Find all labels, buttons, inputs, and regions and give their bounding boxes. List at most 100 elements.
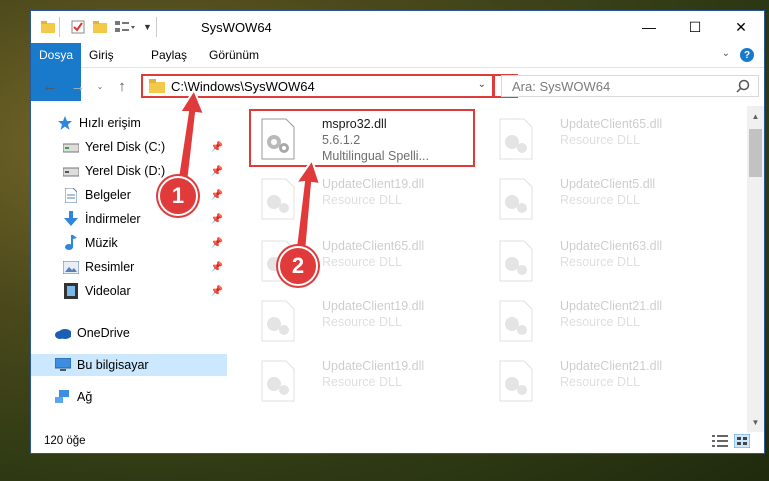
view-options-icon[interactable] (115, 19, 135, 35)
forward-arrow-icon[interactable]: → (67, 76, 89, 96)
pin-icon[interactable]: 📌 (211, 238, 223, 249)
pin-icon[interactable]: 📌 (211, 286, 223, 297)
pin-icon[interactable]: 📌 (211, 262, 223, 273)
sidebar-item-music[interactable]: Müzik 📌 (31, 232, 227, 254)
new-folder-icon[interactable] (93, 19, 107, 35)
file-item[interactable]: UpdateClient65.dll Resource DLL (486, 110, 716, 168)
file-item[interactable]: UpdateClient19.dll Resource DLL (248, 170, 478, 228)
sidebar-item-network[interactable]: Ağ (31, 386, 227, 408)
pictures-icon (63, 259, 79, 275)
sidebar-item-label: Hızlı erişim (79, 116, 141, 130)
file-name: UpdateClient19.dll (322, 177, 425, 191)
navigation-bar: ← → ⌄ ↑ C:\Windows\SysWOW64 ⌄ ↻ Ara: Sys… (31, 68, 764, 104)
star-icon (57, 115, 73, 131)
maximize-button[interactable]: ☐ (672, 11, 718, 43)
close-button[interactable]: ✕ (718, 11, 764, 43)
sidebar-item-label: Yerel Disk (C:) (85, 140, 166, 154)
callout-badge-2: 2 (278, 246, 318, 286)
file-type: Resource DLL (322, 255, 402, 269)
divider (59, 17, 60, 37)
file-name: UpdateClient65.dll (322, 239, 425, 253)
drive-icon (63, 163, 79, 179)
dll-file-icon (499, 118, 533, 160)
sidebar-item-label: Ağ (77, 390, 93, 404)
search-placeholder: Ara: SysWOW64 (512, 78, 611, 94)
sidebar-item-onedrive[interactable]: OneDrive (31, 322, 227, 344)
file-type: Resource DLL (560, 133, 640, 147)
address-bar[interactable]: C:\Windows\SysWOW64 ⌄ (141, 74, 494, 98)
file-type: Resource DLL (560, 315, 640, 329)
dll-file-icon (499, 178, 533, 220)
scroll-up-icon[interactable]: ▲ (747, 108, 764, 124)
pin-icon[interactable]: 📌 (211, 142, 223, 153)
ribbon-tabs: Dosya Giriş Paylaş Görünüm ⌄ ? (31, 43, 764, 101)
pin-icon[interactable]: 📌 (211, 190, 223, 201)
file-highlight-box (249, 109, 475, 167)
dll-file-icon (499, 360, 533, 402)
divider (156, 17, 157, 37)
file-type: Resource DLL (560, 255, 640, 269)
file-item[interactable]: UpdateClient19.dll Resource DLL (248, 352, 478, 410)
file-type: Resource DLL (560, 193, 640, 207)
file-type: Resource DLL (560, 375, 640, 389)
file-name: UpdateClient19.dll (322, 359, 425, 373)
help-icon[interactable]: ? (740, 48, 754, 62)
scroll-down-icon[interactable]: ▼ (747, 414, 764, 430)
document-icon (63, 187, 79, 203)
file-item[interactable]: UpdateClient63.dll Resource DLL (486, 232, 716, 290)
recent-locations-icon[interactable]: ⌄ (89, 76, 111, 96)
cloud-icon (55, 325, 71, 341)
tiles-view-icon[interactable] (734, 434, 750, 448)
pin-icon[interactable]: 📌 (211, 214, 223, 225)
tab-home[interactable]: Giriş (77, 43, 126, 67)
back-arrow-icon[interactable]: ← (39, 76, 61, 96)
sidebar-item-label: Yerel Disk (D:) (85, 164, 166, 178)
file-item[interactable]: UpdateClient21.dll Resource DLL (486, 352, 716, 410)
navigation-pane: Hızlı erişim Yerel Disk (C:) 📌 Yerel Dis… (31, 106, 227, 436)
vertical-scrollbar[interactable]: ▲ ▼ (747, 106, 764, 432)
sidebar-item-label: Belgeler (85, 188, 131, 202)
window-title: SysWOW64 (201, 20, 272, 35)
address-path: C:\Windows\SysWOW64 (171, 78, 315, 94)
sidebar-item-label: Bu bilgisayar (77, 358, 149, 372)
sidebar-item-this-pc[interactable]: Bu bilgisayar (31, 354, 227, 376)
sidebar-item-label: Resimler (85, 260, 135, 274)
up-arrow-icon[interactable]: ↑ (111, 76, 133, 96)
tab-view[interactable]: Görünüm (197, 43, 271, 67)
file-item[interactable]: UpdateClient5.dll Resource DLL (486, 170, 716, 228)
sidebar-item-pictures[interactable]: Resimler 📌 (31, 256, 227, 278)
file-name: UpdateClient19.dll (322, 299, 425, 313)
folder-icon (149, 79, 165, 93)
details-view-icon[interactable] (712, 434, 728, 448)
sidebar-item-local-disk-d[interactable]: Yerel Disk (D:) 📌 (31, 160, 227, 182)
sidebar-item-downloads[interactable]: İndirmeler 📌 (31, 208, 227, 230)
folder-icon (41, 19, 55, 35)
item-count: 120 öğe (44, 435, 86, 447)
sidebar-item-quick-access[interactable]: Hızlı erişim (31, 112, 227, 134)
dll-file-icon (261, 300, 295, 342)
file-type: Resource DLL (322, 375, 402, 389)
dll-file-icon (499, 240, 533, 282)
title-bar: ▼ SysWOW64 — ☐ ✕ (31, 11, 764, 43)
minimize-button[interactable]: — (626, 11, 672, 43)
file-name: UpdateClient21.dll (560, 299, 663, 313)
search-icon (736, 79, 750, 93)
videos-icon (63, 283, 79, 299)
address-dropdown-icon[interactable]: ⌄ (478, 79, 486, 90)
file-type: Resource DLL (322, 193, 402, 207)
file-item[interactable]: UpdateClient21.dll Resource DLL (486, 292, 716, 350)
properties-icon[interactable] (71, 19, 85, 35)
download-icon (63, 211, 79, 227)
sidebar-item-videos[interactable]: Videolar 📌 (31, 280, 227, 302)
expand-ribbon-icon[interactable]: ⌄ (722, 48, 730, 59)
sidebar-item-local-disk-c[interactable]: Yerel Disk (C:) 📌 (31, 136, 227, 158)
drive-icon (63, 139, 79, 155)
tab-share[interactable]: Paylaş (139, 43, 199, 67)
scrollbar-thumb[interactable] (749, 129, 762, 177)
customize-toolbar-icon[interactable]: ▼ (143, 19, 152, 35)
file-item[interactable]: UpdateClient19.dll Resource DLL (248, 292, 478, 350)
pin-icon[interactable]: 📌 (211, 166, 223, 177)
search-box[interactable]: Ara: SysWOW64 (501, 75, 759, 97)
dll-file-icon (261, 178, 295, 220)
sidebar-item-label: İndirmeler (85, 212, 141, 226)
